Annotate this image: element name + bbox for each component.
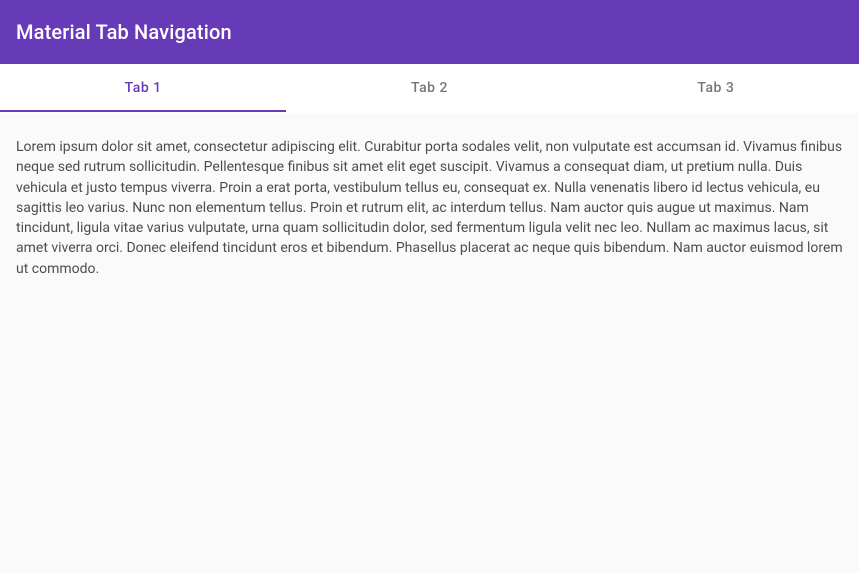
- tab-1[interactable]: Tab 1: [0, 64, 286, 112]
- app-header: Material Tab Navigation: [0, 0, 859, 64]
- tab-2-label: Tab 2: [411, 80, 448, 96]
- page-title: Material Tab Navigation: [16, 20, 232, 44]
- tab-3-label: Tab 3: [697, 80, 734, 96]
- tab-1-label: Tab 1: [125, 80, 162, 96]
- tab-body-text: Lorem ipsum dolor sit amet, consectetur …: [16, 137, 843, 279]
- tab-2[interactable]: Tab 2: [286, 64, 572, 112]
- tab-content: Lorem ipsum dolor sit amet, consectetur …: [0, 113, 859, 303]
- tabs-bar: Tab 1 Tab 2 Tab 3: [0, 64, 859, 113]
- tab-3[interactable]: Tab 3: [573, 64, 859, 112]
